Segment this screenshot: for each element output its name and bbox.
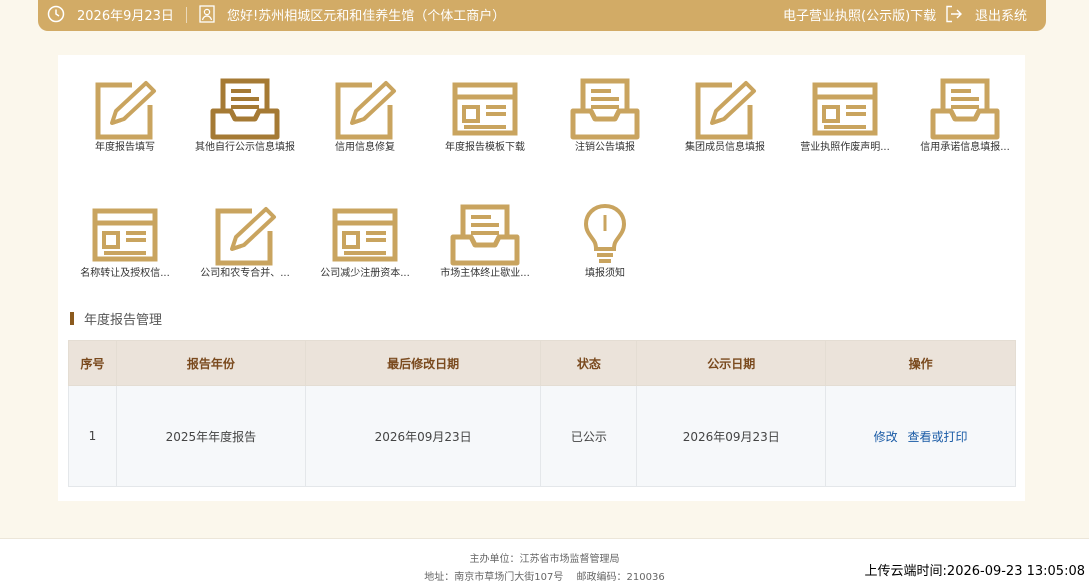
cell-actions: 修改 查看或打印 xyxy=(825,385,1016,487)
col-header-published: 公示日期 xyxy=(636,340,827,386)
cell-no: 1 xyxy=(68,385,117,487)
tile-label: 年度报告模板下载 xyxy=(445,142,525,153)
table-row: 1 2025年年度报告 2026年09月23日 已公示 2026年09月23日 … xyxy=(68,385,1016,487)
view-print-link[interactable]: 查看或打印 xyxy=(908,430,968,444)
divider xyxy=(186,7,187,23)
cell-year: 2025年年度报告 xyxy=(115,385,306,487)
annual-report-table: 序号 报告年份 最后修改日期 状态 公示日期 操作 1 2025年年度报告 20… xyxy=(68,340,1016,487)
col-header-no: 序号 xyxy=(68,340,117,386)
table-header-row: 序号 报告年份 最后修改日期 状态 公示日期 操作 xyxy=(68,340,1016,386)
user-icon xyxy=(199,0,215,28)
tile-label: 年度报告填写 xyxy=(95,142,155,153)
tile-label: 信用承诺信息填报... xyxy=(920,142,1010,153)
lightbulb-icon xyxy=(545,203,665,267)
pencil-icon xyxy=(185,203,305,267)
section-header: 年度报告管理 xyxy=(70,309,162,328)
cell-status: 已公示 xyxy=(540,385,638,487)
pencil-icon xyxy=(665,77,785,141)
function-tile[interactable]: 其他自行公示信息填报 xyxy=(185,77,305,154)
clock-icon xyxy=(47,0,65,28)
inbox-icon xyxy=(185,77,305,141)
function-tile[interactable]: 年度报告填写 xyxy=(65,77,185,154)
tile-label: 营业执照作废声明... xyxy=(800,142,890,153)
upload-time: 上传云端时间:2026-09-23 13:05:08 xyxy=(864,564,1085,579)
function-tile[interactable]: 年度报告模板下载 xyxy=(425,77,545,154)
tile-label: 集团成员信息填报 xyxy=(685,142,765,153)
col-header-status: 状态 xyxy=(540,340,638,386)
tile-label: 公司减少注册资本... xyxy=(320,268,410,279)
inbox-icon xyxy=(545,77,665,141)
tile-label: 注销公告填报 xyxy=(575,142,635,153)
function-tile[interactable]: 集团成员信息填报 xyxy=(665,77,785,154)
tile-label: 市场主体终止歇业... xyxy=(440,268,530,279)
logout-icon[interactable] xyxy=(945,0,963,28)
cell-modified: 2026年09月23日 xyxy=(304,385,542,487)
col-header-modified: 最后修改日期 xyxy=(304,340,542,386)
current-date: 2026年9月23日 xyxy=(77,8,174,24)
function-tile[interactable]: 市场主体终止歇业... xyxy=(425,203,545,280)
function-tile[interactable]: 信用信息修复 xyxy=(305,77,425,154)
window-icon xyxy=(425,77,545,141)
section-marker xyxy=(70,312,74,325)
user-greeting: 您好!苏州相城区元和和佳养生馆（个体工商户） xyxy=(227,8,506,24)
license-download-link[interactable]: 电子营业执照(公示版)下载 xyxy=(783,0,936,28)
inbox-icon xyxy=(905,77,1025,141)
pencil-icon xyxy=(65,77,185,141)
function-tile[interactable]: 公司减少注册资本... xyxy=(305,203,425,280)
function-tile[interactable]: 名称转让及授权信... xyxy=(65,203,185,280)
tile-label: 其他自行公示信息填报 xyxy=(195,142,295,153)
window-icon xyxy=(305,203,425,267)
function-tile[interactable]: 信用承诺信息填报... xyxy=(905,77,1025,154)
window-icon xyxy=(65,203,185,267)
pencil-icon xyxy=(305,77,425,141)
function-tile[interactable]: 填报须知 xyxy=(545,203,665,280)
top-bar: 2026年9月23日 您好!苏州相城区元和和佳养生馆（个体工商户） 电子营业执照… xyxy=(38,0,1046,31)
cell-published: 2026年09月23日 xyxy=(636,385,827,487)
function-tile[interactable]: 营业执照作废声明... xyxy=(785,77,905,154)
function-tile[interactable]: 公司和农专合并、... xyxy=(185,203,305,280)
col-header-year: 报告年份 xyxy=(115,340,306,386)
inbox-icon xyxy=(425,203,545,267)
tile-label: 填报须知 xyxy=(585,268,625,279)
logout-button[interactable]: 退出系统 xyxy=(975,0,1027,28)
tile-label: 公司和农专合并、... xyxy=(200,268,290,279)
section-title: 年度报告管理 xyxy=(84,313,163,328)
edit-link[interactable]: 修改 xyxy=(874,430,898,444)
tile-label: 信用信息修复 xyxy=(335,142,395,153)
window-icon xyxy=(785,77,905,141)
function-tile[interactable]: 注销公告填报 xyxy=(545,77,665,154)
tile-label: 名称转让及授权信... xyxy=(80,268,170,279)
col-header-actions: 操作 xyxy=(825,340,1016,386)
